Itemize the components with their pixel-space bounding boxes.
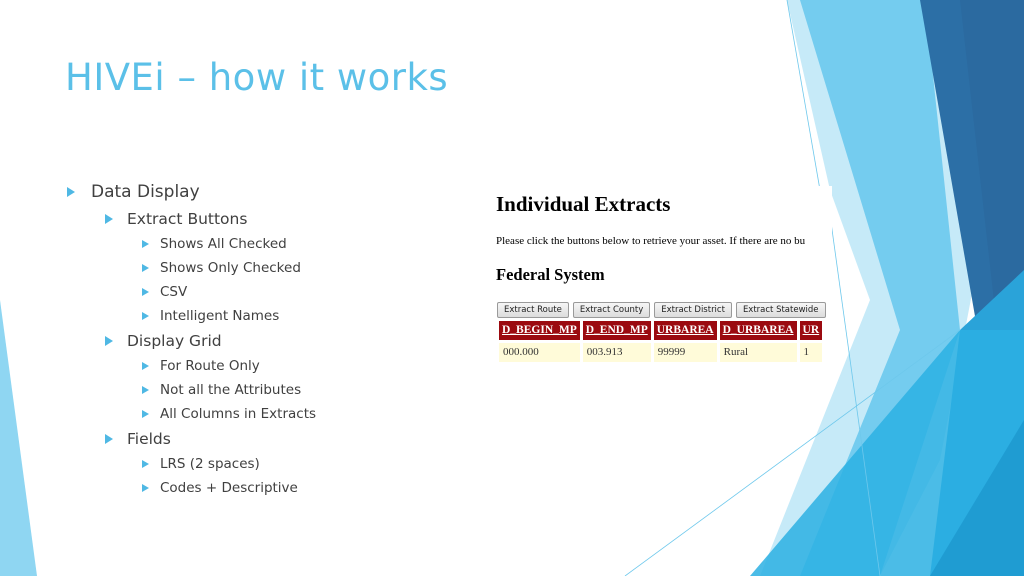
bullet-text: Data Display — [91, 182, 200, 202]
embedded-screenshot: Individual Extracts Please click the but… — [490, 186, 832, 376]
bullet-text: Not all the Attributes — [160, 382, 302, 398]
bullet-item: CSV — [142, 284, 187, 300]
bullet-arrow-icon — [142, 312, 149, 320]
bullet-arrow-icon — [142, 386, 149, 394]
table-cell: 99999 — [653, 343, 717, 362]
bullet-arrow-icon — [105, 434, 113, 444]
bullet-arrow-icon — [142, 288, 149, 296]
bullet-item: All Columns in Extracts — [142, 406, 316, 422]
table-cell: 1 — [799, 343, 823, 362]
column-header[interactable]: D_BEGIN_MP — [499, 321, 580, 343]
bullet-item: Intelligent Names — [142, 308, 279, 324]
column-header[interactable]: UR — [799, 321, 823, 343]
bullet-item: Shows Only Checked — [142, 260, 301, 276]
bullet-arrow-icon — [142, 264, 149, 272]
data-grid: D_BEGIN_MP D_END_MP URBAREA D_URBAREA UR… — [496, 321, 825, 362]
bullet-item: For Route Only — [142, 358, 260, 374]
bullet-item: Fields — [105, 430, 171, 448]
bullet-item: Extract Buttons — [105, 210, 247, 228]
bullet-text: For Route Only — [160, 358, 260, 374]
column-header[interactable]: D_END_MP — [582, 321, 651, 343]
table-cell: 003.913 — [582, 343, 651, 362]
bullet-item: Not all the Attributes — [142, 382, 301, 398]
column-header[interactable]: D_URBAREA — [719, 321, 797, 343]
section-heading: Federal System — [496, 265, 605, 284]
bullet-item: Codes + Descriptive — [142, 480, 298, 496]
instructions-text: Please click the buttons below to retrie… — [496, 235, 806, 247]
bullet-arrow-icon — [142, 362, 149, 370]
bullet-arrow-icon — [142, 410, 149, 418]
bullet-text: Shows Only Checked — [160, 260, 301, 276]
extract-route-button[interactable]: Extract Route — [497, 302, 569, 318]
bullet-text: Intelligent Names — [160, 308, 280, 324]
slide-title: HIVEi – how it works — [65, 56, 449, 99]
bullet-item: Shows All Checked — [142, 236, 287, 252]
bullet-text: CSV — [160, 284, 188, 300]
bullet-arrow-icon — [142, 460, 149, 468]
bullet-item: LRS (2 spaces) — [142, 456, 260, 472]
bullet-text: Codes + Descriptive — [160, 480, 298, 496]
bullet-arrow-icon — [67, 187, 75, 197]
table-row: 000.000 003.913 99999 Rural 1 — [499, 343, 823, 362]
extract-district-button[interactable]: Extract District — [654, 302, 732, 318]
table-cell: 000.000 — [499, 343, 580, 362]
table-cell: Rural — [719, 343, 797, 362]
column-header[interactable]: URBAREA — [653, 321, 717, 343]
extract-statewide-button[interactable]: Extract Statewide — [735, 302, 826, 318]
bullet-item: Data Display — [67, 182, 200, 202]
bullet-arrow-icon — [105, 214, 113, 224]
bullet-text: Extract Buttons — [127, 210, 248, 228]
bullet-text: Fields — [127, 430, 171, 448]
bullet-text: LRS (2 spaces) — [160, 456, 260, 472]
bullet-text: Shows All Checked — [160, 236, 287, 252]
bullet-arrow-icon — [142, 484, 149, 492]
bullet-text: All Columns in Extracts — [160, 406, 317, 422]
extracts-heading: Individual Extracts — [496, 192, 671, 216]
bullet-text: Display Grid — [127, 332, 222, 350]
bullet-item: Display Grid — [105, 332, 222, 350]
bullet-arrow-icon — [142, 240, 149, 248]
bullet-arrow-icon — [105, 336, 113, 346]
extract-county-button[interactable]: Extract County — [572, 302, 651, 318]
